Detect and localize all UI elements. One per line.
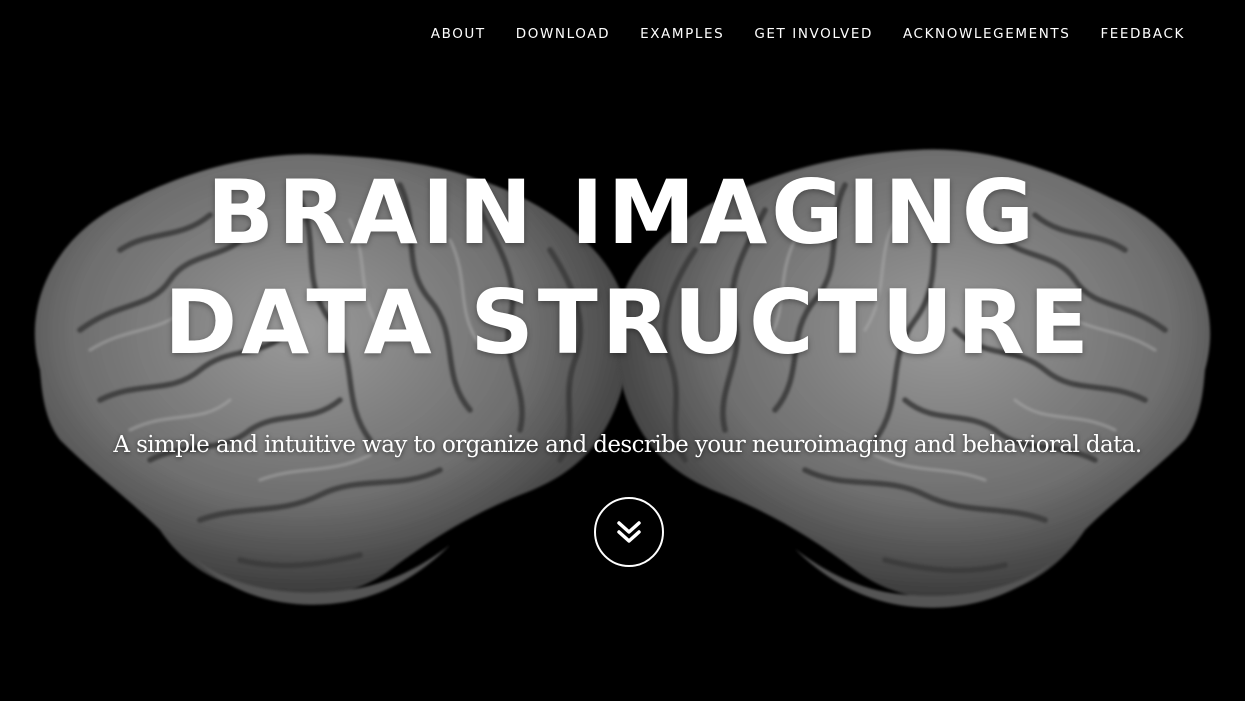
hero-title-line-1: BRAIN IMAGING [206, 161, 1039, 264]
double-chevron-down-icon [617, 521, 641, 543]
nav-link-get-involved[interactable]: GET INVOLVED [739, 22, 888, 46]
scroll-down-button[interactable] [594, 497, 664, 567]
nav-link-download[interactable]: DOWNLOAD [501, 22, 625, 46]
nav-link-examples[interactable]: EXAMPLES [625, 22, 739, 46]
hero-title: BRAIN IMAGING DATA STRUCTURE [0, 158, 1245, 378]
hero-title-line-2: DATA STRUCTURE [164, 271, 1093, 374]
hero-subtitle: A simple and intuitive way to organize a… [113, 432, 1142, 458]
nav-link-feedback[interactable]: FEEDBACK [1085, 22, 1185, 46]
nav-link-acknowlegements[interactable]: ACKNOWLEGEMENTS [888, 22, 1085, 46]
nav-link-about[interactable]: ABOUT [416, 22, 501, 46]
page: ABOUT DOWNLOAD EXAMPLES GET INVOLVED ACK… [0, 0, 1245, 701]
top-nav: ABOUT DOWNLOAD EXAMPLES GET INVOLVED ACK… [416, 22, 1185, 46]
